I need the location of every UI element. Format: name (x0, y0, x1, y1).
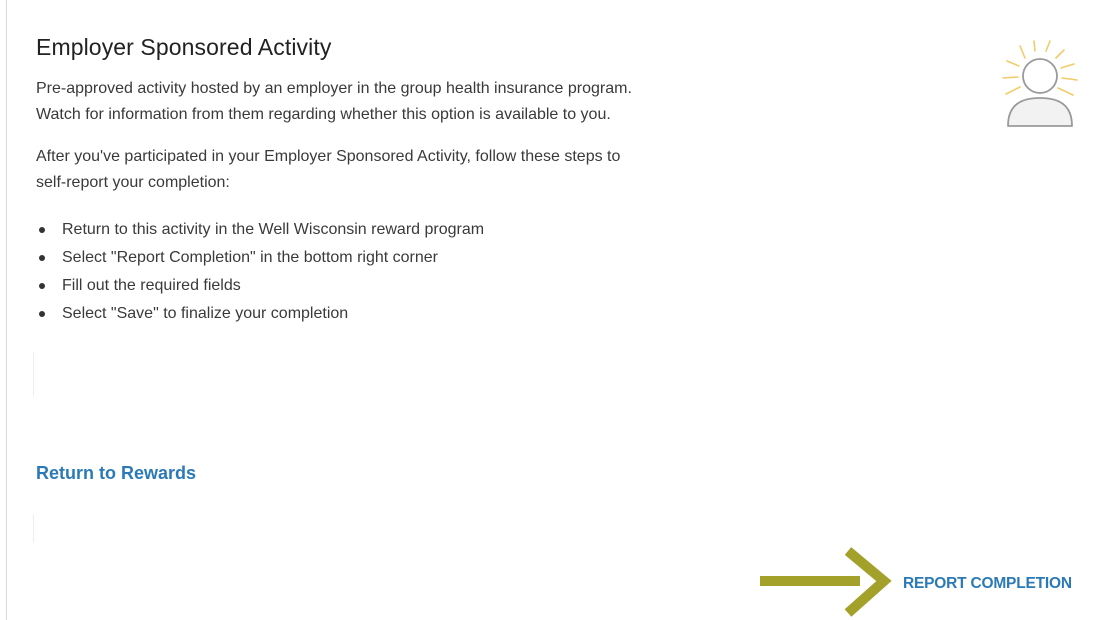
description-line: Pre-approved activity hosted by an emplo… (36, 80, 632, 97)
activity-description: Pre-approved activity hosted by an emplo… (36, 76, 756, 128)
list-item: Return to this activity in the Well Wisc… (36, 216, 484, 244)
return-to-rewards-link[interactable]: Return to Rewards (36, 463, 196, 484)
divider (33, 352, 34, 396)
list-item: Select "Save" to finalize your completio… (36, 300, 484, 328)
activity-instructions: After you've participated in your Employ… (36, 144, 756, 196)
list-item: Select "Report Completion" in the bottom… (36, 244, 484, 272)
steps-list: Return to this activity in the Well Wisc… (36, 216, 484, 328)
description-line: Watch for information from them regardin… (36, 106, 611, 123)
divider (33, 515, 34, 543)
report-completion-button[interactable]: REPORT COMPLETION (903, 575, 1072, 593)
bullet-icon (39, 283, 45, 289)
bullet-icon (39, 255, 45, 261)
user-sunburst-icon (1002, 40, 1078, 127)
step-text: Fill out the required fields (62, 277, 241, 294)
instructions-line: After you've participated in your Employ… (36, 148, 621, 165)
activity-title: Employer Sponsored Activity (36, 34, 332, 60)
bullet-icon (39, 227, 45, 233)
page-left-border (6, 0, 7, 620)
arrow-right-icon (760, 547, 892, 617)
step-text: Select "Save" to finalize your completio… (62, 305, 349, 322)
step-text: Select "Report Completion" in the bottom… (62, 249, 438, 266)
step-text: Return to this activity in the Well Wisc… (62, 221, 485, 238)
list-item: Fill out the required fields (36, 272, 484, 300)
bullet-icon (39, 311, 45, 317)
instructions-line: self-report your completion: (36, 174, 230, 191)
